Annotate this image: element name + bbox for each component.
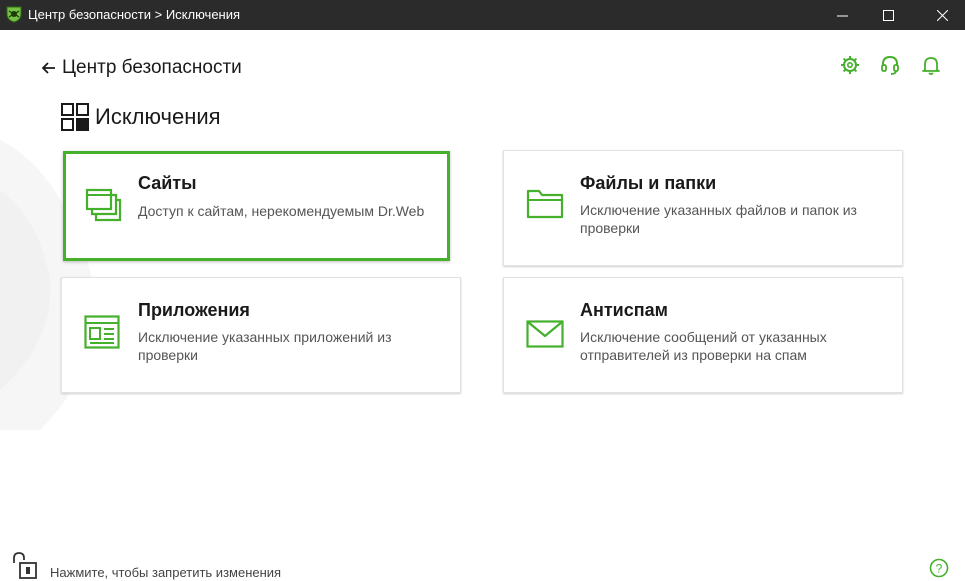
lock-hint-text[interactable]: Нажмите, чтобы запретить изменения (50, 565, 281, 580)
unlocked-padlock-icon[interactable] (12, 551, 40, 579)
title-bar: Центр безопасности > Исключения (0, 0, 965, 30)
card-title: Сайты (138, 173, 197, 193)
headset-icon[interactable] (879, 54, 901, 76)
card-description: Исключение указанных приложений из прове… (138, 329, 392, 363)
card-title: Приложения (138, 300, 250, 320)
close-icon (936, 9, 948, 21)
help-icon[interactable]: ? (929, 558, 949, 578)
browser-windows-icon (85, 188, 122, 222)
card-files-folders[interactable]: Файлы и папки Исключение указанных файло… (503, 150, 903, 266)
card-description: Исключение указанных файлов и папок из п… (580, 202, 857, 236)
minimize-button[interactable] (819, 0, 865, 30)
grid-icon (61, 103, 89, 131)
maximize-button[interactable] (865, 0, 911, 30)
card-applications[interactable]: Приложения Исключение указанных приложен… (61, 277, 461, 393)
card-sites[interactable]: Сайты Доступ к сайтам, нерекомендуемым D… (63, 151, 450, 261)
card-title: Антиспам (580, 300, 668, 320)
drweb-spider-icon (6, 6, 22, 23)
gear-icon[interactable] (839, 54, 861, 76)
svg-text:?: ? (936, 562, 943, 576)
page-heading: Исключения (61, 103, 221, 131)
window-title: Центр безопасности > Исключения (28, 7, 241, 22)
app-window-icon (84, 315, 120, 349)
envelope-icon (526, 320, 564, 348)
folder-icon (526, 189, 564, 219)
minimize-icon (836, 15, 848, 16)
card-description: Исключение сообщений от указанных отправ… (580, 329, 827, 363)
bell-icon[interactable] (920, 54, 942, 76)
card-description: Доступ к сайтам, нерекомендуемым Dr.Web (138, 203, 425, 219)
card-antispam[interactable]: Антиспам Исключение сообщений от указанн… (503, 277, 903, 393)
maximize-icon (882, 9, 894, 21)
back-button[interactable]: Центр безопасности (42, 57, 242, 79)
close-button[interactable] (919, 0, 965, 30)
card-title: Файлы и папки (580, 173, 717, 193)
page-title: Исключения (95, 104, 221, 129)
arrow-left-icon (42, 62, 55, 74)
back-label: Центр безопасности (62, 57, 242, 78)
